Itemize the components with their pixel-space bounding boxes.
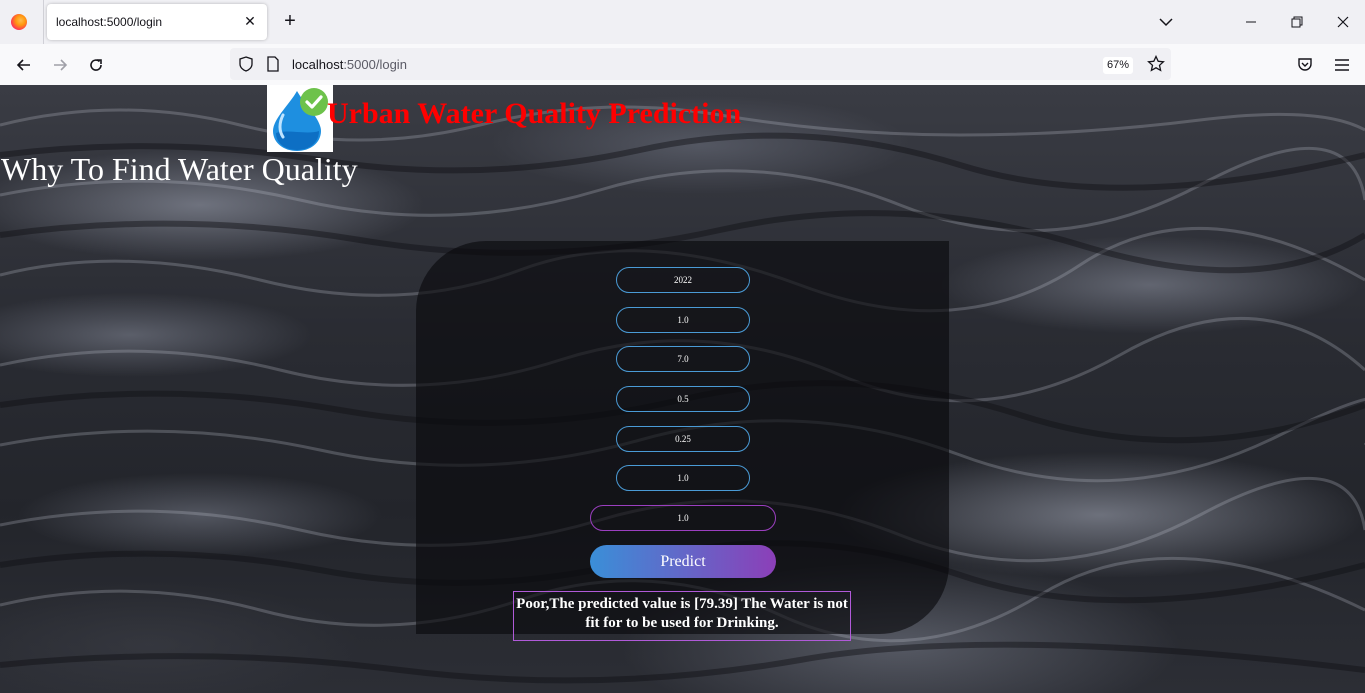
reload-icon[interactable]	[87, 56, 105, 74]
logo-image	[267, 85, 333, 152]
browser-tab[interactable]: localhost:5000/login ✕	[47, 4, 267, 40]
shield-icon[interactable]	[238, 56, 254, 72]
browser-tab-bar: localhost:5000/login ✕ +	[0, 0, 1365, 44]
input-field-2[interactable]	[616, 307, 750, 333]
url-bar[interactable]: localhost:5000/login 67%	[230, 48, 1171, 80]
predict-button[interactable]: Predict	[590, 545, 776, 578]
bookmark-star-icon[interactable]	[1147, 55, 1165, 73]
tab-title: localhost:5000/login	[56, 15, 163, 29]
url-host: localhost	[292, 57, 344, 72]
menu-icon[interactable]	[1333, 56, 1351, 74]
input-field-5[interactable]	[616, 426, 750, 452]
input-field-1[interactable]	[616, 267, 750, 293]
forward-arrow-icon[interactable]	[51, 56, 69, 74]
new-tab-icon[interactable]: +	[280, 10, 300, 32]
minimize-icon[interactable]	[1241, 12, 1261, 32]
input-field-6[interactable]	[616, 465, 750, 491]
subheading-link[interactable]: Why To Find Water Quality	[1, 151, 358, 188]
input-field-3[interactable]	[616, 346, 750, 372]
pocket-icon[interactable]	[1296, 56, 1314, 74]
browser-nav-bar: localhost:5000/login 67%	[0, 44, 1365, 86]
page-content: Urban Water Quality Prediction Why To Fi…	[0, 85, 1365, 693]
firefox-logo-icon[interactable]	[11, 14, 27, 30]
restore-icon[interactable]	[1287, 12, 1307, 32]
close-tab-icon[interactable]: ✕	[241, 12, 259, 30]
chevron-down-icon[interactable]	[1158, 14, 1174, 30]
url-text[interactable]: localhost:5000/login	[292, 57, 407, 72]
zoom-level-badge[interactable]: 67%	[1103, 57, 1133, 74]
input-field-4[interactable]	[616, 386, 750, 412]
prediction-result: Poor,The predicted value is [79.39] The …	[513, 591, 851, 641]
page-icon[interactable]	[266, 56, 280, 72]
back-arrow-icon[interactable]	[15, 56, 33, 74]
close-window-icon[interactable]	[1333, 12, 1353, 32]
tab-separator	[43, 0, 44, 44]
page-title: Urban Water Quality Prediction	[327, 97, 742, 130]
url-path: :5000/login	[343, 57, 407, 72]
input-field-7[interactable]	[590, 505, 776, 531]
